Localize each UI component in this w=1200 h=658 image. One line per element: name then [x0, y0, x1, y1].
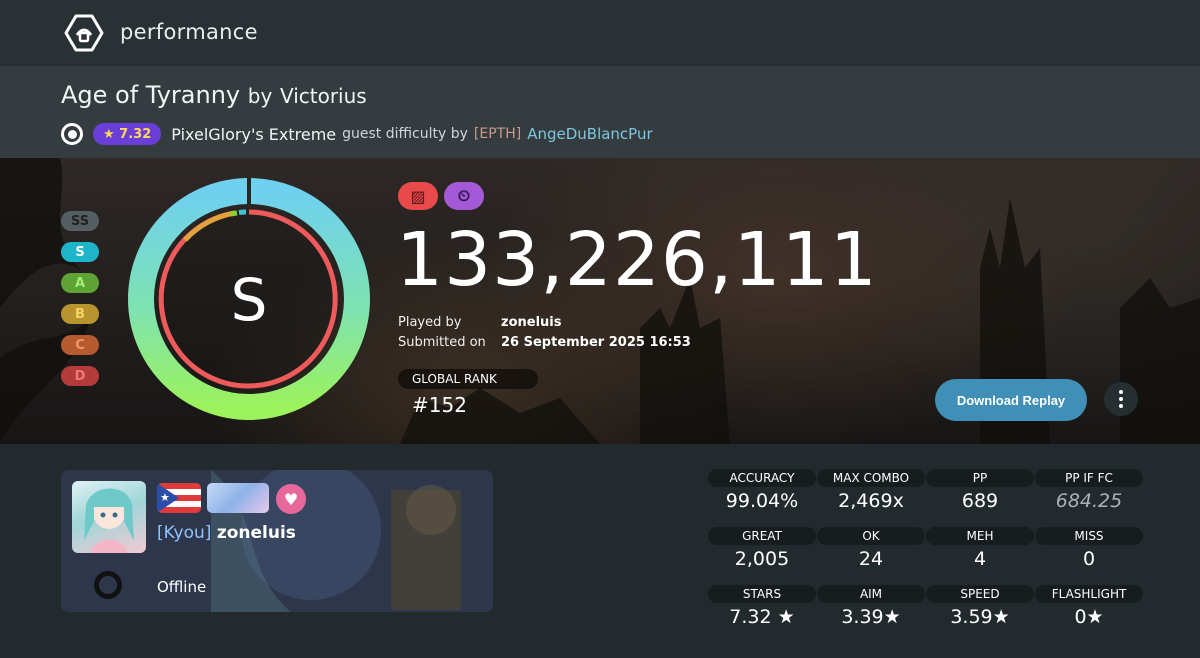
stat-label: SPEED	[926, 585, 1034, 603]
global-rank-label: GLOBAL RANK	[398, 369, 538, 389]
flag-star-icon: ★	[160, 491, 170, 504]
global-rank-value: #152	[412, 393, 467, 417]
stat-accuracy: ACCURACY 99.04%	[708, 469, 816, 512]
stat-stars: STARS 7.32 ★	[708, 585, 816, 628]
guest-difficulty-label: guest difficulty by	[342, 126, 468, 142]
hard-rock-mod-icon[interactable]: ▨	[398, 182, 438, 210]
app-title: performance	[120, 20, 258, 44]
top-bar: performance	[0, 0, 1200, 66]
mapper-clan-tag: [EPTH]	[473, 126, 522, 142]
double-time-mod-icon[interactable]: ⏲	[444, 182, 484, 210]
grade-pill-c: C	[61, 335, 99, 355]
stat-label: PP	[926, 469, 1034, 487]
difficulty-name: PixelGlory's Extreme	[171, 124, 337, 144]
username[interactable]: [Kyou] zoneluis	[157, 523, 296, 543]
dot-icon	[1119, 404, 1123, 408]
stat-label: MISS	[1035, 527, 1143, 545]
stat-miss: MISS 0	[1035, 527, 1143, 570]
grade-list: SS S A B C D	[61, 211, 101, 397]
performance-logo-icon[interactable]	[64, 14, 104, 52]
stat-speed: SPEED 3.59★	[926, 585, 1034, 628]
total-score: 133,226,111	[396, 217, 878, 303]
stat-value: 0	[1082, 548, 1096, 570]
submitted-label: Submitted on	[398, 335, 486, 350]
stat-value: 2,469x	[838, 490, 904, 512]
stat-pp: PP 689	[926, 469, 1034, 512]
more-options-button[interactable]	[1104, 382, 1138, 416]
stat-label: STARS	[708, 585, 816, 603]
user-card[interactable]: ★ ♥ [Kyou] zoneluis Offline	[61, 470, 493, 612]
difficulty-row: ★ 7.32 PixelGlory's Extreme guest diffic…	[61, 120, 653, 148]
grade-pill-s: S	[61, 242, 99, 262]
stat-label: AIM	[817, 585, 925, 603]
player-name[interactable]: zoneluis	[501, 315, 561, 330]
stat-label: FLASHLIGHT	[1035, 585, 1143, 603]
played-by-row: Played by zoneluis	[398, 315, 561, 330]
stat-value: 99.04%	[725, 490, 799, 512]
played-by-label: Played by	[398, 315, 462, 330]
mapper-link[interactable]: AngeDuBlancPur	[527, 125, 652, 143]
stat-value: 684.25	[1055, 490, 1123, 512]
artist-text: Victorius	[279, 84, 367, 108]
grade-pill-b: B	[61, 304, 99, 324]
stat-label: MAX COMBO	[817, 469, 925, 487]
stat-great: GREAT 2,005	[708, 527, 816, 570]
stat-label: OK	[817, 527, 925, 545]
stat-flashlight: FLASHLIGHT 0★	[1035, 585, 1143, 628]
user-name: zoneluis	[216, 523, 296, 543]
stat-max-combo: MAX COMBO 2,469x	[817, 469, 925, 512]
beatmap-title[interactable]: Age of Tyranny by Victorius	[61, 81, 367, 109]
stat-value: 24	[858, 548, 884, 570]
submitted-date: 26 September 2025 16:53	[501, 335, 691, 350]
stat-value: 4	[973, 548, 987, 570]
stat-label: PP IF FC	[1035, 469, 1143, 487]
grade-pill-a: A	[61, 273, 99, 293]
country-flag[interactable]: ★	[157, 483, 201, 513]
stat-value: 2,005	[734, 548, 790, 570]
stat-aim: AIM 3.39★	[817, 585, 925, 628]
supporter-heart-icon[interactable]: ♥	[276, 484, 306, 514]
user-status: Offline	[157, 578, 207, 596]
download-replay-button[interactable]: Download Replay	[935, 379, 1087, 421]
clan-tag: [Kyou]	[157, 523, 212, 543]
stat-pp-if-fc: PP IF FC 684.25	[1035, 469, 1143, 512]
submitted-row: Submitted on 26 September 2025 16:53	[398, 335, 691, 350]
dot-icon	[1119, 397, 1123, 401]
grade-letter: S	[231, 266, 268, 334]
ring-gap	[247, 178, 251, 206]
stat-value: 0★	[1074, 606, 1104, 628]
mod-list: ▨ ⏲	[398, 182, 490, 210]
stat-value: 689	[961, 490, 999, 512]
accuracy-ring: S	[128, 178, 370, 420]
osu-ruleset-icon	[61, 123, 83, 145]
grade-pill-d: D	[61, 366, 99, 386]
by-text: by	[247, 84, 273, 108]
title-text: Age of Tyranny	[61, 81, 241, 109]
stat-value: 3.39★	[841, 606, 901, 628]
stat-meh: MEH 4	[926, 527, 1034, 570]
stat-label: ACCURACY	[708, 469, 816, 487]
user-avatar[interactable]	[72, 481, 146, 553]
stat-ok: OK 24	[817, 527, 925, 570]
dot-icon	[1119, 390, 1123, 394]
star-rating-badge: ★ 7.32	[93, 123, 162, 145]
avatar-art	[84, 488, 134, 553]
stat-value: 3.59★	[950, 606, 1010, 628]
team-flag[interactable]	[207, 483, 269, 513]
stat-label: MEH	[926, 527, 1034, 545]
grade-pill-ss: SS	[61, 211, 99, 231]
stat-value: 7.32 ★	[729, 606, 795, 628]
offline-status-icon	[94, 571, 122, 599]
stat-label: GREAT	[708, 527, 816, 545]
